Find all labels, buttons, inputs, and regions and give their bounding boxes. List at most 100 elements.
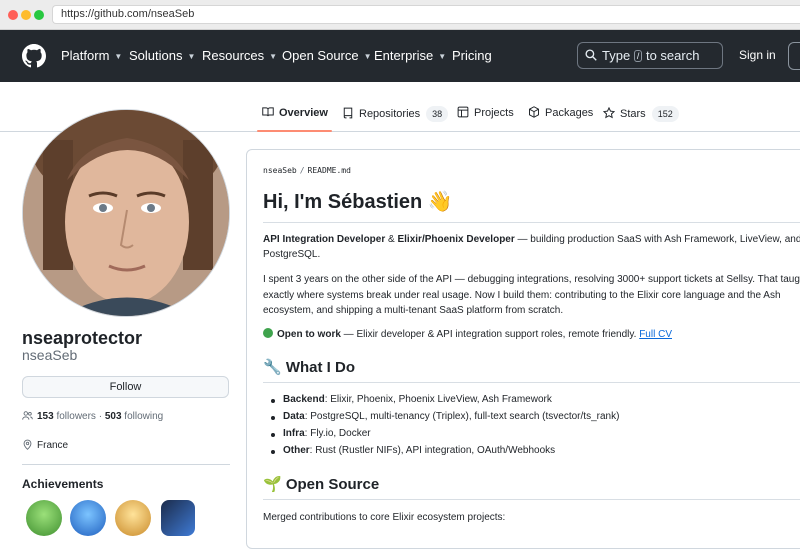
chevron-down-icon: ▼	[114, 51, 123, 61]
profile-fullname: nseaprotector	[22, 328, 143, 348]
story-line-3: ecosystem, and shipping a multi-tenant S…	[263, 305, 564, 316]
nav-enterprise-label: Enterprise	[374, 48, 434, 63]
tab-packages-label: Packages	[545, 107, 594, 119]
chevron-down-icon: ▼	[187, 51, 196, 61]
maximize-window-button[interactable]	[34, 10, 44, 20]
search-input[interactable]: Type / to search	[577, 42, 723, 69]
list-item-key: Data	[283, 411, 305, 422]
open-source-heading: 🌱 Open Source	[263, 476, 380, 493]
intro-ampersand: &	[385, 234, 398, 245]
list-item: Data: PostgreSQL, multi-tenancy (Triplex…	[270, 411, 620, 422]
tab-repositories-label: Repositories	[359, 108, 421, 120]
followers-link[interactable]: 153 followers	[37, 411, 96, 422]
location-pin-icon	[23, 439, 32, 450]
address-bar[interactable]: https://github.com/nseaSeb	[52, 5, 800, 24]
following-link[interactable]: 503 following	[105, 411, 163, 422]
open-to-work-label: Open to work	[277, 329, 341, 340]
profile-location: France	[22, 439, 68, 451]
github-logo-icon[interactable]	[22, 44, 46, 68]
achievements-heading[interactable]: Achievements	[22, 477, 103, 491]
browser-toolbar: https://github.com/nseaSeb	[0, 0, 800, 30]
followers-count: 153	[37, 411, 54, 422]
nav-solutions[interactable]: Solutions ▼	[129, 47, 195, 66]
following-label: following	[124, 411, 164, 422]
close-window-button[interactable]	[8, 10, 18, 20]
intro-paragraph-line-2: PostgreSQL.	[263, 249, 321, 260]
title-divider	[263, 222, 800, 223]
book-icon	[262, 107, 274, 117]
breadcrumb-file: README.md	[307, 166, 351, 175]
minimize-window-button[interactable]	[21, 10, 31, 20]
open-source-divider	[263, 499, 800, 500]
intro-paragraph-line-1: API Integration Developer & Elixir/Phoen…	[263, 232, 800, 248]
open-to-work-line: Open to work — Elixir developer & API in…	[263, 327, 672, 343]
search-shortcut-key: /	[633, 50, 643, 62]
search-suffix-text: to search	[645, 48, 700, 63]
people-icon	[22, 411, 33, 420]
location-text: France	[37, 440, 69, 451]
tab-projects[interactable]: Projects	[457, 106, 514, 120]
avatar-portrait-image	[23, 110, 229, 316]
nav-pricing[interactable]: Pricing	[452, 47, 492, 65]
nav-open-source-label: Open Source	[282, 48, 359, 63]
list-item-key: Backend	[283, 394, 325, 405]
nav-solutions-label: Solutions	[129, 48, 183, 63]
achievement-pair-extraordinaire-badge[interactable]	[26, 500, 62, 536]
nav-platform-label: Platform	[61, 48, 110, 63]
chevron-down-icon: ▼	[269, 51, 278, 61]
search-icon	[585, 49, 597, 61]
site-header: Platform ▼ Solutions ▼ Resources ▼ Open Sou…	[0, 30, 800, 82]
table-icon	[457, 106, 469, 118]
repositories-count-badge: 38	[426, 106, 449, 122]
nav-pricing-label: Pricing	[452, 48, 492, 63]
list-item: Infra: Fly.io, Docker	[271, 428, 371, 439]
list-item-value: : Fly.io, Docker	[304, 428, 371, 439]
package-icon	[529, 106, 539, 118]
search-prefix-text: Type	[602, 48, 631, 63]
achievement-pull-shark-badge[interactable]	[70, 500, 106, 536]
list-item: Backend: Elixir, Phoenix, Phoenix LiveVi…	[271, 394, 552, 405]
tab-stars-label: Stars	[620, 108, 646, 120]
tab-overview[interactable]: Overview	[262, 106, 328, 120]
nav-platform[interactable]: Platform ▼	[61, 47, 122, 66]
nav-enterprise[interactable]: Enterprise ▼	[374, 47, 446, 66]
list-item-key: Infra	[283, 428, 305, 439]
star-icon	[602, 106, 616, 119]
nav-open-source[interactable]: Open Source ▼	[282, 47, 372, 66]
sign-in-link[interactable]: Sign in	[739, 48, 776, 62]
open-source-intro: Merged contributions to core Elixir ecos…	[263, 512, 506, 523]
list-item-key: Other	[283, 445, 310, 456]
story-line-1: I spent 3 years on the other side of the…	[263, 274, 800, 285]
nav-resources[interactable]: Resources ▼	[202, 47, 277, 66]
achievement-starstruck-badge[interactable]	[161, 500, 195, 536]
chevron-down-icon: ▼	[363, 51, 372, 61]
intro-rest: — building production SaaS with Ash Fram…	[514, 234, 800, 245]
chevron-down-icon: ▼	[438, 51, 447, 61]
profile-username: nseaSeb	[22, 347, 78, 363]
intro-role-2: Elixir/Phoenix Developer	[397, 234, 515, 245]
readme-breadcrumb: nseaSeb / README.md	[263, 166, 351, 175]
tab-repositories[interactable]: Repositories 38	[342, 106, 449, 122]
repo-icon	[343, 107, 353, 119]
sidebar-divider	[22, 464, 230, 465]
readme-title: Hi, I'm Sébastien 👋	[263, 191, 453, 213]
stars-count-badge: 152	[651, 106, 679, 122]
list-item-value: : Rust (Rustler NIFs), API integration, …	[309, 445, 556, 456]
full-cv-link[interactable]: Full CV	[639, 329, 672, 340]
avatar[interactable]	[22, 109, 230, 317]
what-i-do-divider	[263, 382, 800, 383]
open-to-work-text: — Elixir developer & API integration sup…	[340, 329, 640, 340]
nav-resources-label: Resources	[202, 48, 265, 63]
what-i-do-heading: 🔧 What I Do	[263, 359, 355, 376]
list-item: Other: Rust (Rustler NIFs), API integrat…	[270, 445, 556, 456]
list-item-value: : PostgreSQL, multi-tenancy (Triplex), f…	[304, 411, 620, 422]
tab-stars[interactable]: Stars 152	[602, 106, 679, 122]
tab-overview-label: Overview	[279, 107, 328, 119]
tab-packages[interactable]: Packages	[528, 106, 593, 120]
followers-summary: 153 followers · 503 following	[22, 410, 163, 422]
breadcrumb-user-link[interactable]: nseaSeb	[263, 166, 297, 175]
green-circle-icon	[263, 328, 273, 338]
sign-up-button[interactable]	[788, 42, 800, 70]
follow-button[interactable]: Follow	[22, 376, 229, 398]
achievement-yolo-badge[interactable]	[115, 500, 151, 536]
